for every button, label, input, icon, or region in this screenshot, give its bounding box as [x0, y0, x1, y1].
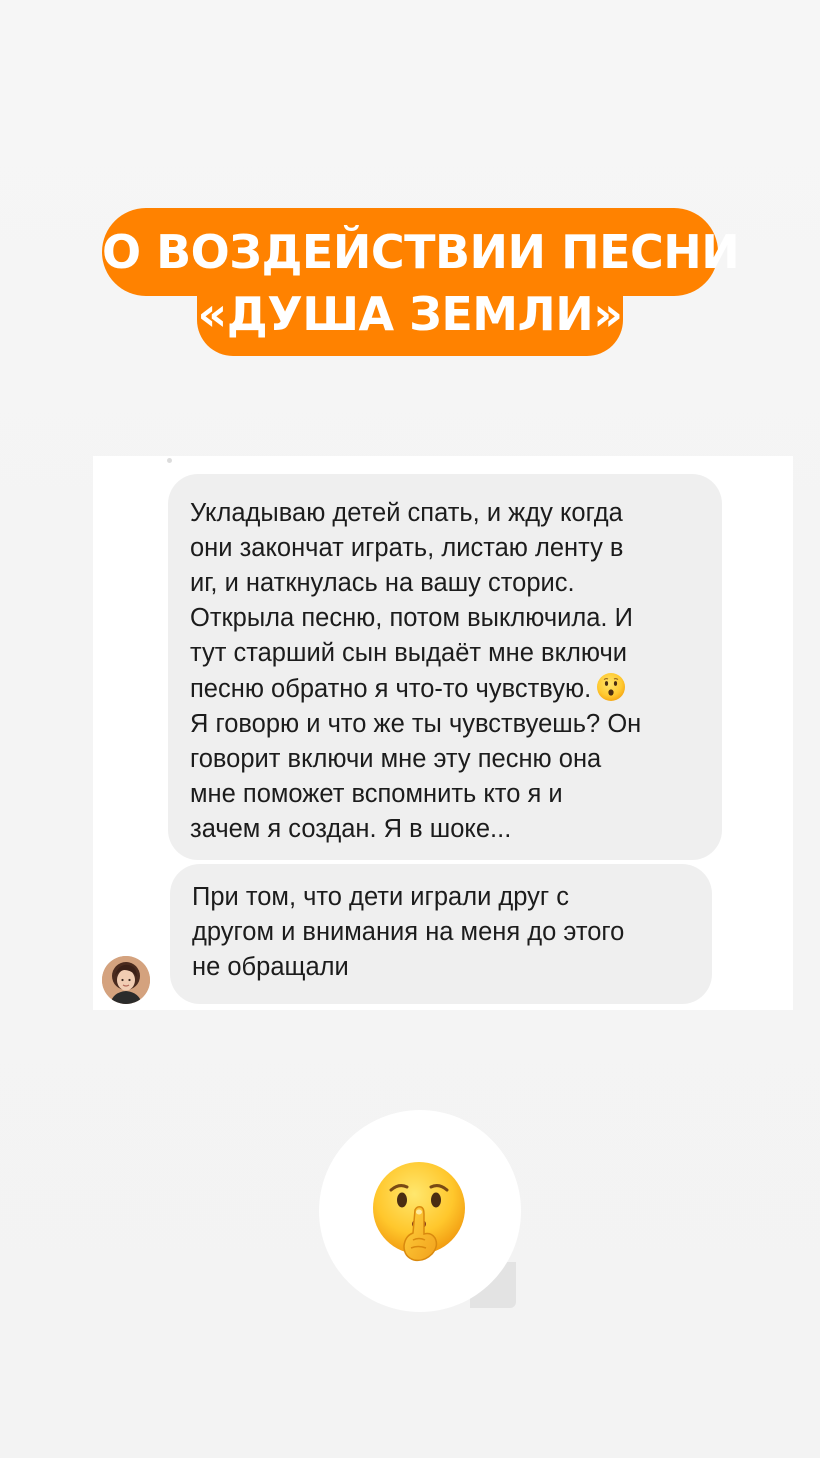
- chat-dot: [167, 458, 172, 463]
- message-bubble-2: При том, что дети играли друг с другом и…: [170, 864, 712, 1004]
- chat-screenshot: Укладываю детей спать, и жду когда они з…: [93, 456, 793, 1010]
- shushing-face-icon: [373, 1162, 465, 1262]
- message-1-text: Укладываю детей спать, и жду когда они з…: [190, 499, 633, 703]
- message-bubble-1: Укладываю детей спать, и жду когда они з…: [168, 474, 722, 860]
- emoji-sticker: [319, 1110, 521, 1312]
- title-line-2: «ДУША ЗЕМЛИ»: [197, 284, 623, 356]
- hushed-face-icon: [595, 671, 627, 703]
- sender-avatar: [102, 956, 150, 1004]
- message-1-text-continued: Я говорю и что же ты чувствуешь? Он гово…: [190, 710, 642, 843]
- title-line-1: О ВОЗДЕЙСТВИИ ПЕСНИ: [102, 208, 740, 296]
- message-2-text: При том, что дети играли друг с другом и…: [192, 883, 625, 981]
